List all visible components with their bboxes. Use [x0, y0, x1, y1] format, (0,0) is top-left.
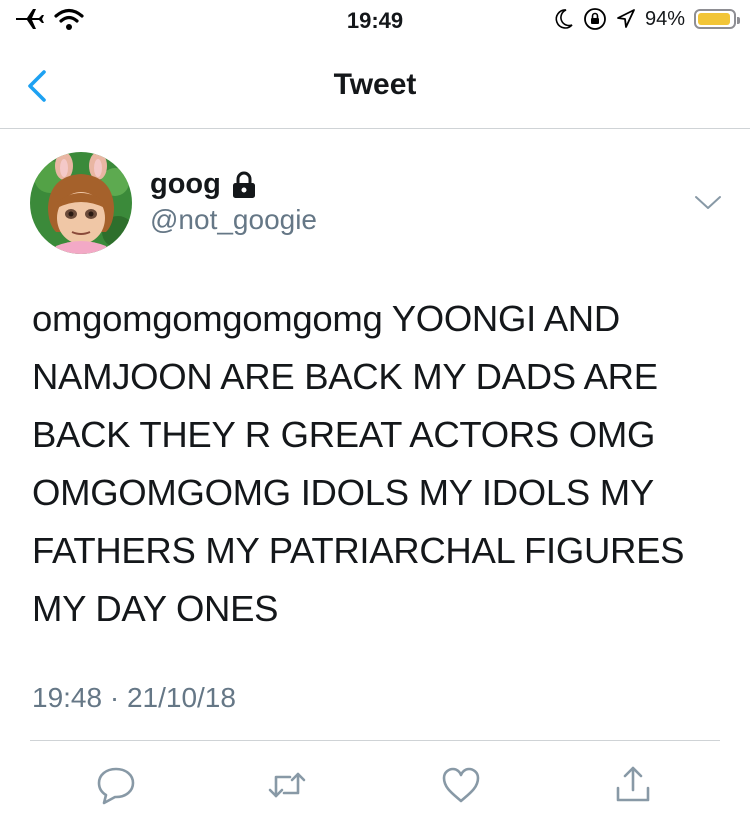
location-icon	[617, 9, 635, 28]
tweet-line: MY DAY ONES	[32, 588, 279, 629]
battery-percent: 94%	[644, 7, 685, 30]
reply-button[interactable]	[95, 764, 137, 806]
share-button[interactable]	[612, 764, 654, 806]
tweet-line: OMGOMGOMG IDOLS MY IDOLS MY	[32, 472, 654, 513]
retweet-icon	[268, 772, 306, 798]
tweet-text: omgomgomgomgomg YOONGI AND NAMJOON ARE B…	[32, 290, 732, 638]
tweet-line: omgomgomgomgomg YOONGI AND	[32, 298, 620, 339]
tweet-options-button[interactable]	[693, 192, 723, 212]
moon-icon	[555, 9, 573, 29]
chevron-down-icon	[695, 196, 721, 209]
battery-nub	[737, 17, 740, 24]
share-icon	[616, 766, 650, 802]
nav-bar: Tweet	[0, 44, 750, 129]
user-name[interactable]: goog	[150, 168, 221, 201]
lock-icon	[232, 171, 255, 198]
avatar-image	[30, 152, 132, 254]
tweet-line: FATHERS MY PATRIARCHAL FIGURES	[32, 530, 685, 571]
orientation-lock-icon	[584, 8, 606, 30]
battery-level	[698, 13, 730, 25]
user-name-row[interactable]: goog	[150, 168, 257, 201]
tweet-line: BACK THEY R GREAT ACTORS OMG	[32, 414, 656, 455]
retweet-button[interactable]	[266, 764, 308, 806]
avatar[interactable]	[30, 152, 132, 254]
battery-icon	[694, 9, 740, 29]
status-right: 94%	[554, 7, 740, 31]
user-handle[interactable]: @not_googie	[150, 204, 317, 236]
tweet-line: NAMJOON ARE BACK MY DADS ARE	[32, 356, 658, 397]
heart-icon	[442, 767, 480, 803]
page-title: Tweet	[333, 68, 417, 101]
divider	[30, 740, 720, 741]
tweet-timestamp: 19:48 · 21/10/18	[32, 682, 236, 713]
like-button[interactable]	[440, 764, 482, 806]
reply-icon	[97, 767, 135, 805]
status-bar: 19:49 94%	[0, 0, 750, 44]
